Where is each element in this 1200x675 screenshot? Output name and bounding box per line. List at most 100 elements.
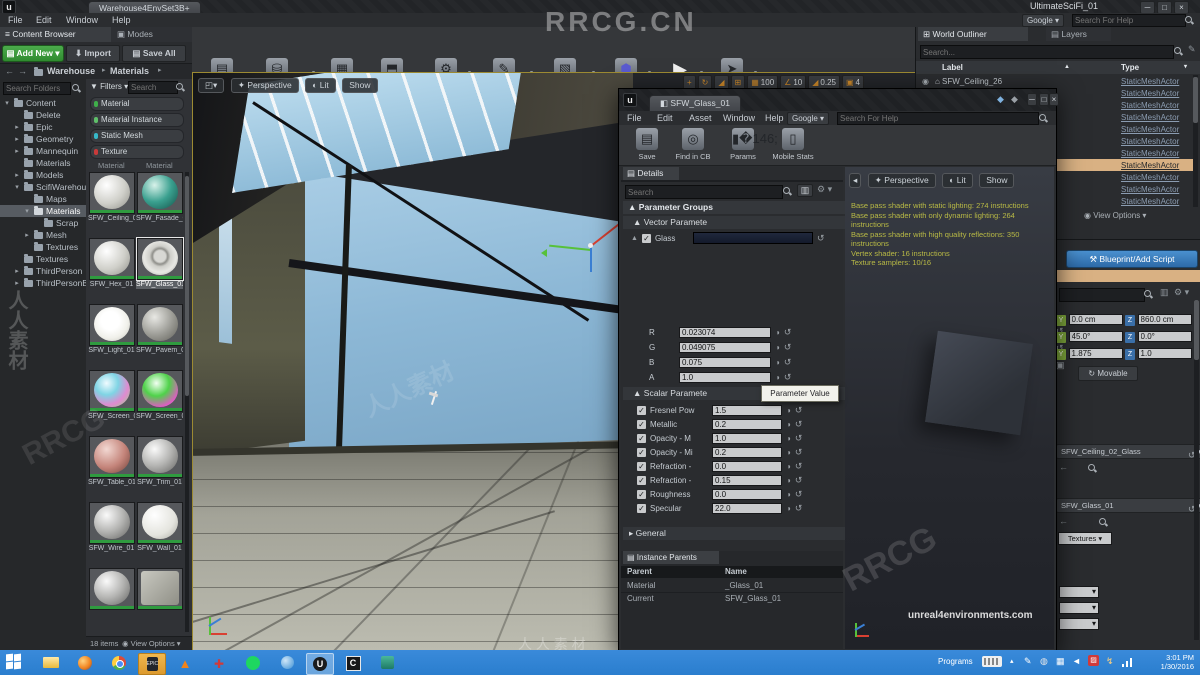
- help-search-input[interactable]: [1072, 14, 1186, 27]
- tree-item-maps[interactable]: Maps: [0, 193, 86, 205]
- taskbar-vlc[interactable]: ▲: [172, 653, 198, 673]
- tab-layers[interactable]: ▤ Layers: [1046, 27, 1111, 41]
- picker-icon[interactable]: ◑: [786, 504, 791, 513]
- scalar-field[interactable]: [712, 405, 782, 416]
- column-label[interactable]: Label: [942, 61, 963, 74]
- general-header[interactable]: ▸ General: [623, 527, 847, 540]
- menu-help[interactable]: Help: [112, 15, 131, 25]
- details-gear-icon[interactable]: ⚙ ▾: [1174, 287, 1189, 298]
- column-type[interactable]: Type: [1121, 61, 1139, 74]
- outliner-scrollbar[interactable]: [1193, 75, 1198, 207]
- reset-icon[interactable]: ↺: [784, 372, 792, 383]
- picker-icon[interactable]: ◑: [786, 462, 791, 471]
- preview-lit-button[interactable]: ◐ Lit: [942, 173, 973, 188]
- tray-update-icon[interactable]: ↯: [1106, 656, 1114, 667]
- search-folders-input[interactable]: [3, 82, 71, 95]
- location-y-field[interactable]: [1068, 314, 1123, 325]
- mi-details-gear-button[interactable]: ⚙ ▾: [817, 184, 832, 195]
- outliner-view-options[interactable]: ◉ View Options ▾: [1084, 211, 1146, 220]
- lock-icon[interactable]: ▣: [1056, 360, 1065, 370]
- tree-item-content[interactable]: ▾ Content: [0, 97, 86, 109]
- details-search-input[interactable]: [1059, 288, 1145, 302]
- view-options-button[interactable]: ◉ View Options ▾: [122, 639, 181, 648]
- picker-icon[interactable]: ◑: [775, 328, 780, 337]
- menu-asset[interactable]: Asset: [689, 113, 712, 123]
- tree-item-epic[interactable]: ▸ Epic: [0, 121, 86, 133]
- bug-icon[interactable]: ◆: [1011, 94, 1018, 105]
- preview-back-button[interactable]: ◂: [849, 173, 862, 188]
- reset-icon[interactable]: ↺: [784, 357, 792, 368]
- preview-show-button[interactable]: Show: [979, 173, 1015, 188]
- tree-item-scrap[interactable]: Scrap: [0, 217, 86, 229]
- taskbar-epic-launcher[interactable]: EPIC: [138, 653, 166, 675]
- material-slot-dropdown[interactable]: SFW_Ceiling_02_Glass ▾: [1056, 444, 1200, 459]
- mi-details-grid-button[interactable]: ▥: [797, 184, 813, 197]
- selected-element-row[interactable]: [1056, 270, 1200, 282]
- asset-scrollbar[interactable]: [185, 172, 189, 632]
- small-combo[interactable]: ▾: [1059, 602, 1099, 614]
- keyboard-icon[interactable]: [982, 656, 1002, 667]
- asset-tile[interactable]: SFW_Table_01: [88, 436, 135, 487]
- tab-instance-parents[interactable]: ▤ Instance Parents: [623, 551, 719, 564]
- asset-tile[interactable]: [88, 568, 135, 611]
- menu-help[interactable]: Help: [765, 113, 784, 123]
- asset-tile[interactable]: SFW_Pavem_01: [136, 304, 183, 355]
- tab-details[interactable]: ▤ Details: [623, 167, 679, 180]
- param-checkbox[interactable]: ✓: [637, 504, 646, 513]
- picker-icon[interactable]: ◑: [786, 476, 791, 485]
- reset-icon[interactable]: ↺: [795, 447, 803, 458]
- menu-file[interactable]: File: [8, 15, 23, 25]
- picker-icon[interactable]: ◑: [786, 448, 791, 457]
- blueprint-add-script-button[interactable]: ⚒ Blueprint/Add Script: [1066, 250, 1198, 268]
- tab-modes[interactable]: ▣ Modes: [111, 27, 197, 42]
- asset-tile[interactable]: SFW_Wire_01: [88, 502, 135, 553]
- outliner-search-icon[interactable]: [1174, 47, 1183, 56]
- param-checkbox[interactable]: ✓: [637, 490, 646, 499]
- tree-item-thirdperson[interactable]: ▸ ThirdPerson: [0, 265, 86, 277]
- programs-label[interactable]: Programs: [938, 657, 973, 666]
- reset-icon[interactable]: ↺: [784, 327, 792, 338]
- reset-icon[interactable]: ↺: [795, 475, 803, 486]
- reset-icon[interactable]: ↺: [795, 489, 803, 500]
- element-slot-back-icon[interactable]: ←: [1059, 516, 1068, 526]
- back-icon[interactable]: ←: [5, 66, 14, 76]
- tray-red-icon[interactable]: ▨: [1088, 655, 1099, 666]
- scalar-field[interactable]: [712, 461, 782, 472]
- mi-preview-viewport[interactable]: ◂ ✦ Perspective ◐ Lit Show Base pass sha…: [845, 167, 1054, 649]
- param-checkbox[interactable]: ✓: [637, 462, 646, 471]
- taskbar-chrome[interactable]: [106, 653, 132, 673]
- feedback-icon[interactable]: ◆: [997, 94, 1004, 105]
- breadcrumb-warehouse[interactable]: Warehouse: [47, 66, 95, 76]
- param-checkbox[interactable]: ✓: [637, 406, 646, 415]
- scale-z-field[interactable]: [1137, 348, 1192, 359]
- taskbar-firefox[interactable]: [72, 653, 98, 673]
- type-caret-icon[interactable]: ▾: [1184, 61, 1187, 74]
- taskbar-c-app[interactable]: C: [340, 653, 366, 673]
- picker-icon[interactable]: ◑: [775, 343, 780, 352]
- taskbar-blue-app[interactable]: [274, 653, 300, 673]
- tree-item-thirdpersonbp[interactable]: ▸ThirdPersonBP: [0, 277, 86, 289]
- tree-item-materials-selected[interactable]: ▾ Materials: [0, 205, 86, 217]
- start-button[interactable]: [6, 653, 28, 670]
- material-editor-titlebar[interactable]: u ◧ SFW_Glass_01 ◆ ◆ ─ □ ×: [619, 89, 1059, 111]
- small-combo[interactable]: ▾: [1059, 618, 1099, 630]
- rotation-y-field[interactable]: [1068, 331, 1123, 342]
- scalar-field[interactable]: [712, 447, 782, 458]
- tray-pen-icon[interactable]: ✎: [1024, 656, 1032, 667]
- tray-network-icon[interactable]: [1122, 658, 1134, 667]
- search-icon[interactable]: [1185, 16, 1194, 25]
- search-engine-dropdown[interactable]: Google ▾: [787, 112, 830, 125]
- filter-pill-material[interactable]: Material: [90, 97, 184, 111]
- tab-world-outliner[interactable]: ⊞ World Outliner: [918, 27, 1028, 41]
- tree-item-models[interactable]: ▸ Models: [0, 169, 86, 181]
- filter-pill-texture[interactable]: Texture: [90, 145, 184, 159]
- scalar-field[interactable]: [712, 433, 782, 444]
- picker-icon[interactable]: ◑: [786, 490, 791, 499]
- search-icon[interactable]: [1039, 114, 1048, 123]
- reset-icon[interactable]: ↺: [784, 342, 792, 353]
- outliner-search-input[interactable]: [920, 45, 1174, 59]
- save-all-button[interactable]: ▤ Save All: [122, 45, 186, 62]
- reset-icon[interactable]: ↺: [817, 233, 825, 244]
- tree-item-scifiwarehouse[interactable]: ▾ScifiWarehouse: [0, 181, 86, 193]
- element-slot-dropdown[interactable]: SFW_Glass_01 ▾: [1056, 498, 1200, 513]
